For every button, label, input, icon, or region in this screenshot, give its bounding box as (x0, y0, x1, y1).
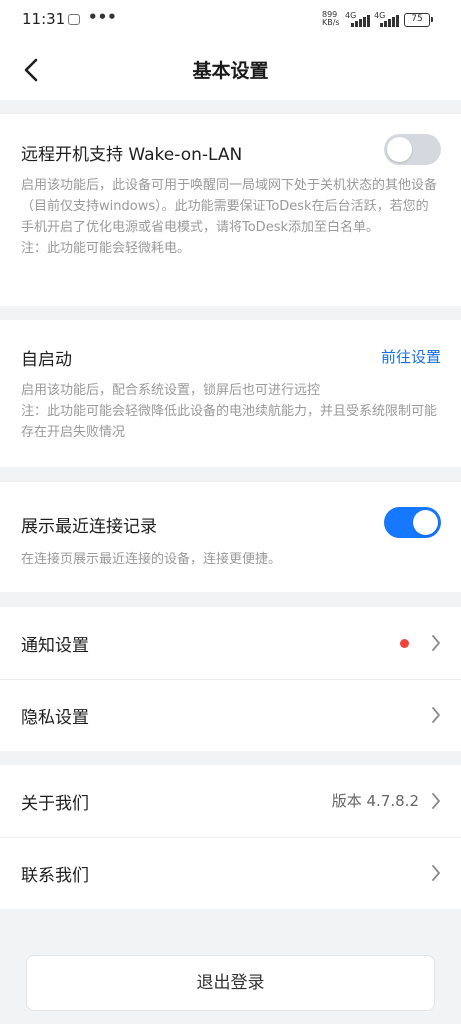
toggle-knob (387, 137, 412, 162)
auto-start-title: 自启动 (21, 350, 72, 370)
chevron-right-icon (432, 865, 440, 881)
recent-connections-card: 展示最近连接记录 在连接页展示最近连接的设备，连接更便捷。 (0, 482, 461, 592)
more-notifications-icon: ••• (88, 8, 117, 26)
wake-on-lan-note: 注：此功能可能会轻微耗电。 (21, 241, 191, 256)
wake-on-lan-description-text: 启用该功能后，此设备可用于唤醒同一局域网下处于关机状态的其他设备（目前仅支持wi… (21, 178, 438, 235)
wake-on-lan-title: 远程开机支持 Wake-on-LAN (21, 145, 243, 165)
logout-button[interactable]: 退出登录 (26, 955, 435, 1011)
notification-badge (400, 639, 409, 648)
chevron-right-icon (432, 635, 440, 651)
recent-connections-toggle[interactable] (384, 507, 441, 538)
notification-settings-label: 通知设置 (21, 636, 89, 656)
contact-us-label: 联系我们 (21, 866, 89, 886)
chevron-right-icon (432, 707, 440, 723)
status-bar: 11:31 ••• 899 KB/s 4G 4G 75 (0, 0, 461, 40)
go-to-settings-link[interactable]: 前往设置 (381, 346, 441, 367)
auto-start-card: 自启动 前往设置 启用该功能后，配合系统设置，锁屏后也可进行远控 注：此功能可能… (0, 320, 461, 467)
chevron-right-icon (432, 793, 440, 809)
signal-icon-sim1: 4G (345, 11, 370, 27)
contact-us-row[interactable]: 联系我们 (0, 837, 461, 909)
wake-on-lan-card: 远程开机支持 Wake-on-LAN 启用该功能后，此设备可用于唤醒同一局域网下… (0, 114, 461, 306)
wake-on-lan-description: 启用该功能后，此设备可用于唤醒同一局域网下处于关机状态的其他设备（目前仅支持wi… (21, 175, 441, 259)
wake-on-lan-toggle[interactable] (384, 134, 441, 165)
row-divider (0, 837, 461, 838)
about-us-row[interactable]: 关于我们 版本 4.7.8.2 (0, 765, 461, 837)
network-speed: 899 KB/s (322, 11, 340, 27)
status-time: 11:31 (22, 10, 66, 28)
page-title: 基本设置 (192, 60, 269, 82)
row-divider (0, 679, 461, 680)
privacy-settings-label: 隐私设置 (21, 708, 89, 728)
version-text: 版本 4.7.8.2 (331, 792, 419, 810)
network-speed-unit: KB/s (322, 18, 340, 27)
signal-icon-sim2: 4G (374, 11, 399, 27)
toggle-knob (413, 510, 438, 535)
auto-start-description: 启用该功能后，配合系统设置，锁屏后也可进行远控 注：此功能可能会轻微降低此设备的… (21, 380, 441, 443)
app-notification-icon (68, 14, 80, 25)
battery-icon: 75 (404, 13, 433, 27)
auto-start-description-text: 启用该功能后，配合系统设置，锁屏后也可进行远控 (21, 383, 321, 398)
about-us-label: 关于我们 (21, 794, 89, 814)
recent-connections-title: 展示最近连接记录 (21, 517, 157, 537)
recent-connections-description: 在连接页展示最近连接的设备，连接更便捷。 (21, 552, 282, 567)
auto-start-note: 注：此功能可能会轻微降低此设备的电池续航能力，并且受系统限制可能存在开启失败情况 (21, 404, 438, 440)
privacy-settings-row[interactable]: 隐私设置 (0, 679, 461, 751)
notification-settings-row[interactable]: 通知设置 (0, 607, 461, 679)
nav-bar: 基本设置 (0, 40, 461, 100)
